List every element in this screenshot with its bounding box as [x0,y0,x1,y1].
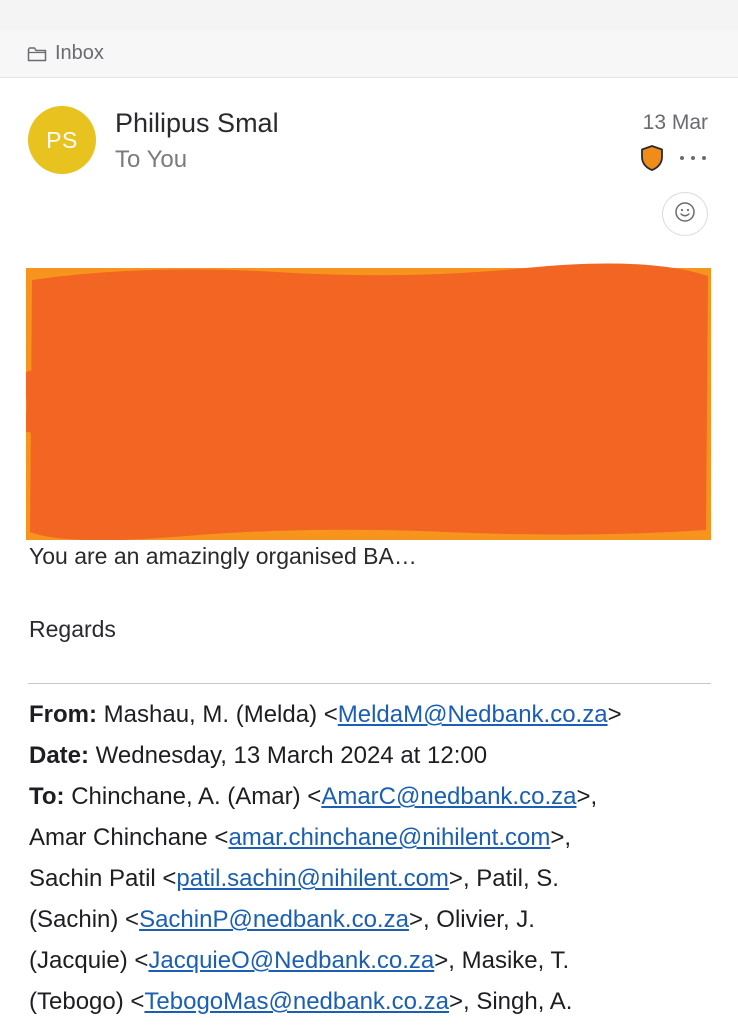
recipient-name: Chinchane, A. (Amar) < [64,783,322,810]
recipient-name: Amar Chinchane < [29,824,229,851]
folder-icon [27,46,47,62]
separator: >, [550,824,572,851]
recipient-email-link[interactable]: amar.chinchane@nihilent.com [228,824,550,851]
folder-label: Inbox [55,42,104,64]
separator: >, Singh, A. [448,988,573,1015]
body-line: You are an amazingly organised BA… [29,543,417,569]
date-label: Date: [29,742,90,769]
recipient-email-link[interactable]: patil.sachin@nihilent.com [176,865,449,892]
from-row: From: Mashau, M. (Melda) <MeldaM@Nedbank… [29,694,719,735]
recipient-name: (Sachin) < [29,906,140,933]
to-row-1: To: Chinchane, A. (Amar) <AmarC@nedbank.… [29,776,719,817]
separator: >, Patil, S. [448,865,559,892]
to-row-2: Amar Chinchane <amar.chinchane@nihilent.… [29,817,719,858]
date-row: Date: Wednesday, 13 March 2024 at 12:00 [29,735,719,776]
reaction-button[interactable] [662,192,708,236]
status-bar [0,0,738,30]
from-label: From: [29,701,97,728]
from-email-link[interactable]: MeldaM@Nedbank.co.za [338,701,608,728]
recipient-email-link[interactable]: TebogoMas@nedbank.co.za [144,988,449,1015]
recipient-email-link[interactable]: SachinP@nedbank.co.za [139,906,409,933]
from-name: Mashau, M. (Melda) < [97,701,338,728]
to-row-6: (Tebogo) <TebogoMas@nedbank.co.za>, Sing… [29,981,719,1022]
message-header: PS Philipus Smal To You 13 Mar [0,78,738,248]
recipient-name: (Tebogo) < [29,988,145,1015]
folder-bar[interactable]: Inbox [0,30,738,78]
separator: >, Olivier, J. [408,906,535,933]
avatar[interactable]: PS [28,106,96,174]
date-value: Wednesday, 13 March 2024 at 12:00 [89,742,488,769]
recipient-email-link[interactable]: AmarC@nedbank.co.za [321,783,576,810]
recipient-name: (Jacquie) < [29,947,149,974]
quoted-header: From: Mashau, M. (Melda) <MeldaM@Nedbank… [29,694,719,1022]
quote-divider [28,683,711,684]
recipient-line[interactable]: To You [115,146,187,174]
separator: >, Masike, T. [434,947,570,974]
shield-icon[interactable] [640,144,664,172]
to-row-4: (Sachin) <SachinP@nedbank.co.za>, Olivie… [29,899,719,940]
recipient-email-link[interactable]: JacquieO@Nedbank.co.za [148,947,434,974]
sender-name[interactable]: Philipus Smal [115,108,279,139]
more-options-icon[interactable] [680,148,706,168]
message-date: 13 Mar [642,111,708,134]
redacted-region [21,262,711,541]
from-close: > [607,701,622,728]
recipient-name: Sachin Patil < [29,865,177,892]
separator: >, [576,783,598,810]
smiley-icon [674,201,696,228]
to-label: To: [29,783,65,810]
to-row-3: Sachin Patil <patil.sachin@nihilent.com>… [29,858,719,899]
signoff: Regards [29,616,116,642]
to-row-5: (Jacquie) <JacquieO@Nedbank.co.za>, Masi… [29,940,719,981]
